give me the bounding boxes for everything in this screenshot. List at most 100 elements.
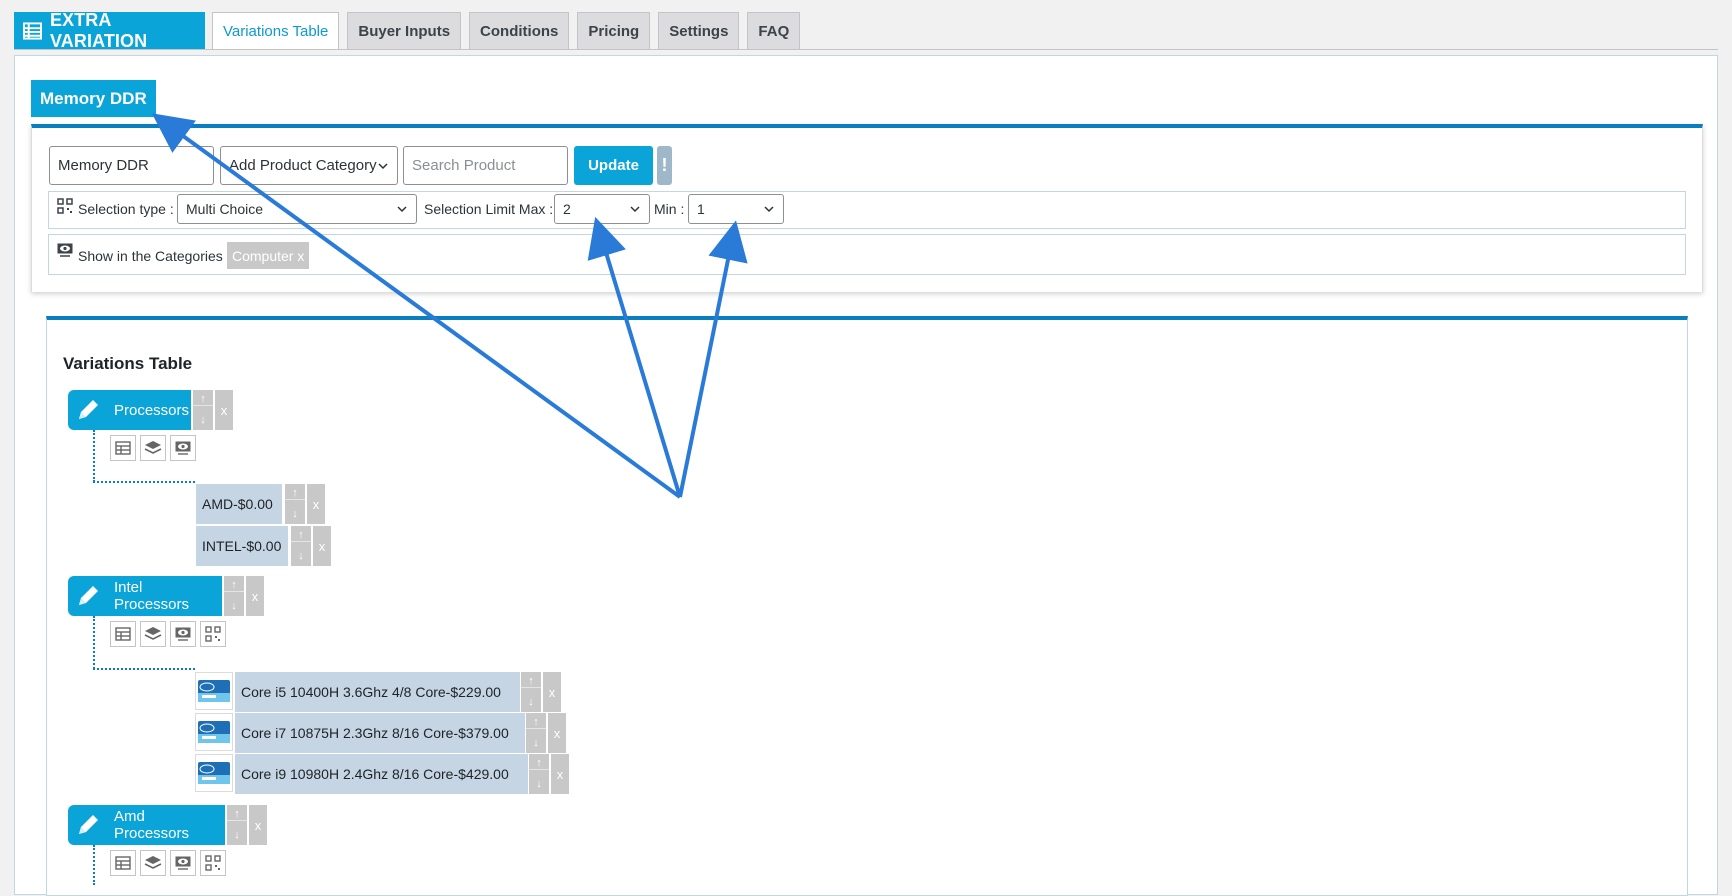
tab-divider xyxy=(14,49,1718,50)
item-label-core-i9[interactable]: Core i9 10980H 2.4Ghz 8/16 Core-$429.00 xyxy=(235,754,528,794)
item-remove-button[interactable]: x xyxy=(551,754,569,794)
move-up-icon[interactable]: ↑ xyxy=(521,676,541,689)
move-up-icon[interactable]: ↑ xyxy=(291,530,311,543)
table-list-icon xyxy=(23,21,42,40)
node-remove-button[interactable]: x xyxy=(246,576,264,616)
tree-connector xyxy=(93,845,95,885)
min-label: Min : xyxy=(654,201,685,217)
tab-variations-table[interactable]: Variations Table xyxy=(212,12,340,50)
pencil-icon xyxy=(79,586,98,605)
selection-limit-max-select[interactable]: 2 xyxy=(554,194,650,224)
move-up-icon[interactable]: ↑ xyxy=(285,488,305,501)
node-edit-button[interactable] xyxy=(68,576,108,616)
move-down-icon[interactable]: ↓ xyxy=(285,508,305,520)
move-down-icon[interactable]: ↓ xyxy=(526,737,546,749)
item-reorder[interactable]: ↑ ↓ xyxy=(529,754,549,794)
item-reorder[interactable]: ↑ ↓ xyxy=(285,484,305,524)
move-up-icon[interactable]: ↑ xyxy=(526,717,546,730)
selection-limit-min-value: 1 xyxy=(697,201,705,217)
stack-icon[interactable] xyxy=(140,850,166,876)
node-edit-button[interactable] xyxy=(68,390,108,430)
chevron-down-icon xyxy=(397,206,407,213)
item-label-intel[interactable]: INTEL-$0.00 xyxy=(196,526,288,566)
node-remove-button[interactable]: x xyxy=(249,805,267,845)
intel-core-badge-icon xyxy=(198,762,230,784)
group-title: Memory DDR xyxy=(31,80,156,117)
qr-grid-icon xyxy=(57,198,73,214)
move-up-icon[interactable]: ↑ xyxy=(529,758,549,771)
category-chip-computer[interactable]: Computer x xyxy=(227,242,310,269)
node-label-processors[interactable]: Processors xyxy=(108,390,191,430)
node-reorder[interactable]: ↑ ↓ xyxy=(227,805,247,845)
node-remove-button[interactable]: x xyxy=(215,390,233,430)
selection-type-value: Multi Choice xyxy=(186,201,264,217)
node-reorder[interactable]: ↑ ↓ xyxy=(224,576,244,616)
move-down-icon[interactable]: ↓ xyxy=(193,414,213,426)
node-label-intel-processors[interactable]: Intel Processors xyxy=(108,576,222,616)
warning-button[interactable]: ! xyxy=(657,146,672,185)
move-down-icon[interactable]: ↓ xyxy=(521,696,541,708)
stack-icon[interactable] xyxy=(140,621,166,647)
tab-buyer-inputs[interactable]: Buyer Inputs xyxy=(347,12,462,50)
table-icon[interactable] xyxy=(110,850,136,876)
tree-connector xyxy=(93,668,195,670)
move-down-icon[interactable]: ↓ xyxy=(529,778,549,790)
table-icon[interactable] xyxy=(110,435,136,461)
eye-icon[interactable] xyxy=(170,435,196,461)
node-tools xyxy=(110,621,230,647)
show-categories-label: Show in the Categories : xyxy=(78,248,231,264)
item-label-amd[interactable]: AMD-$0.00 xyxy=(196,484,282,524)
tab-conditions[interactable]: Conditions xyxy=(469,12,570,50)
item-reorder[interactable]: ↑ ↓ xyxy=(291,526,311,566)
item-reorder[interactable]: ↑ ↓ xyxy=(521,672,541,712)
selection-limit-max-label: Selection Limit Max : xyxy=(424,201,554,217)
node-tools xyxy=(110,850,230,876)
selection-type-select[interactable]: Multi Choice xyxy=(177,194,417,224)
qr-grid-icon[interactable] xyxy=(200,850,226,876)
move-up-icon[interactable]: ↑ xyxy=(227,809,247,822)
variations-table-title: Variations Table xyxy=(63,354,193,373)
tab-pricing[interactable]: Pricing xyxy=(577,12,651,50)
tab-bar: Variations Table Buyer Inputs Conditions… xyxy=(212,12,808,50)
move-down-icon[interactable]: ↓ xyxy=(291,550,311,562)
node-reorder[interactable]: ↑ ↓ xyxy=(193,390,213,430)
selection-limit-min-select[interactable]: 1 xyxy=(688,194,784,224)
table-icon[interactable] xyxy=(110,621,136,647)
item-remove-button[interactable]: x xyxy=(548,713,566,753)
pencil-icon xyxy=(79,400,98,419)
tree-connector xyxy=(93,616,95,669)
move-up-icon[interactable]: ↑ xyxy=(224,580,244,593)
update-button[interactable]: Update xyxy=(574,146,653,185)
pencil-icon xyxy=(79,815,98,834)
product-thumbnail xyxy=(195,754,233,792)
tree-connector xyxy=(93,481,195,483)
move-up-icon[interactable]: ↑ xyxy=(193,394,213,407)
tab-faq[interactable]: FAQ xyxy=(747,12,801,50)
item-label-core-i5[interactable]: Core i5 10400H 3.6Ghz 4/8 Core-$229.00 xyxy=(235,672,520,712)
intel-core-badge-icon xyxy=(198,680,230,702)
item-label-core-i7[interactable]: Core i7 10875H 2.3Ghz 8/16 Core-$379.00 xyxy=(235,713,525,753)
stack-icon[interactable] xyxy=(140,435,166,461)
tab-settings[interactable]: Settings xyxy=(658,12,740,50)
eye-icon[interactable] xyxy=(170,621,196,647)
item-remove-button[interactable]: x xyxy=(313,526,331,566)
eye-icon[interactable] xyxy=(170,850,196,876)
tree-connector xyxy=(93,430,95,482)
move-down-icon[interactable]: ↓ xyxy=(227,829,247,841)
move-down-icon[interactable]: ↓ xyxy=(224,600,244,612)
node-tools xyxy=(110,435,200,461)
variations-table-box xyxy=(46,316,1688,896)
node-label-amd-processors[interactable]: Amd Processors xyxy=(108,805,225,845)
node-edit-button[interactable] xyxy=(68,805,108,845)
item-remove-button[interactable]: x xyxy=(543,672,561,712)
chevron-down-icon xyxy=(630,206,640,213)
selection-type-label: Selection type : xyxy=(78,201,174,217)
product-thumbnail xyxy=(195,672,233,710)
qr-grid-icon[interactable] xyxy=(200,621,226,647)
item-remove-button[interactable]: x xyxy=(307,484,325,524)
search-product-input[interactable]: Search Product xyxy=(403,146,568,185)
item-reorder[interactable]: ↑ ↓ xyxy=(526,713,546,753)
group-name-input[interactable]: Memory DDR xyxy=(49,146,214,185)
product-thumbnail xyxy=(195,713,233,751)
product-category-select[interactable]: Add Product Category xyxy=(220,146,398,185)
